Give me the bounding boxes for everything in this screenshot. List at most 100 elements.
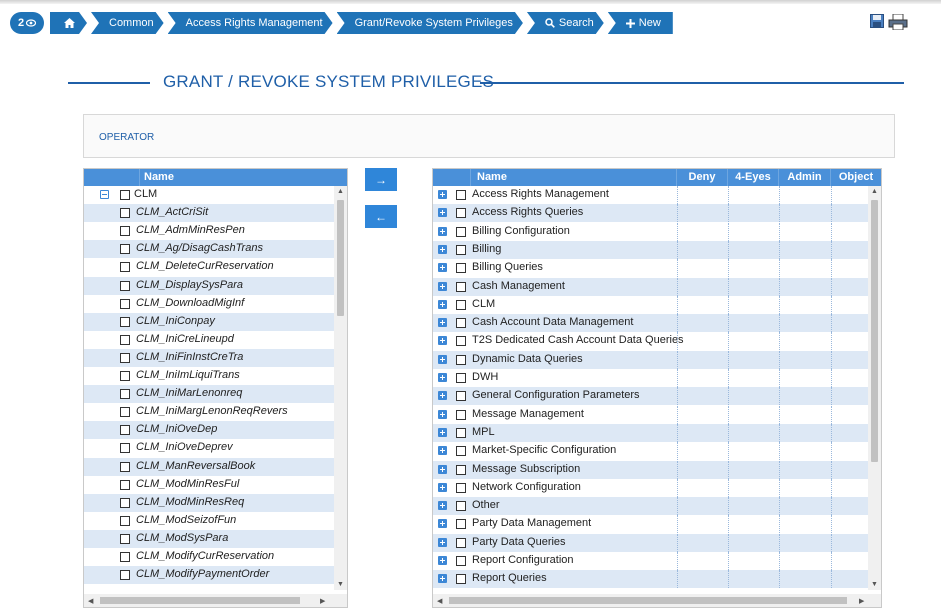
tree-group-row[interactable]: CLM [84,186,334,204]
table-row[interactable]: Party Data Management [433,515,868,534]
scroll-down-icon[interactable]: ▼ [337,581,344,588]
table-row[interactable]: Billing Configuration [433,222,868,241]
scroll-up-icon[interactable]: ▲ [871,188,878,195]
list-item[interactable]: CLM_DeleteCurReservation [84,258,334,276]
breadcrumb-common[interactable]: Common [91,12,164,34]
checkbox[interactable] [456,336,466,347]
expand-icon[interactable] [438,190,447,199]
table-row[interactable]: Report Queries [433,570,868,589]
scroll-thumb[interactable] [449,597,847,604]
checkbox[interactable] [120,352,130,363]
horizontal-scrollbar[interactable]: ◀ ▶ [84,594,347,607]
expand-icon[interactable] [438,281,447,291]
collapse-icon[interactable] [100,190,109,199]
checkbox[interactable] [120,280,130,291]
table-row[interactable]: Report Configuration [433,552,868,570]
checkbox[interactable] [456,190,466,200]
checkbox[interactable] [456,556,466,566]
checkbox[interactable] [456,354,466,365]
checkbox[interactable] [456,226,466,237]
checkbox[interactable] [456,427,466,438]
list-item[interactable]: CLM_IniMarLenonreq [84,385,334,404]
checkbox[interactable] [120,425,130,436]
checkbox[interactable] [120,389,130,400]
scroll-up-icon[interactable]: ▲ [337,188,344,195]
list-item[interactable]: CLM_IniMargLenonReqRevers [84,403,334,421]
scroll-left-icon[interactable]: ◀ [437,597,442,605]
breadcrumb-access-rights[interactable]: Access Rights Management [168,12,333,34]
breadcrumb-grant-revoke[interactable]: Grant/Revoke System Privileges [337,12,523,34]
expand-icon[interactable] [438,244,447,254]
list-item[interactable]: CLM_ModMinResReq [84,493,334,512]
expand-icon[interactable] [438,299,447,309]
expand-icon[interactable] [438,263,447,273]
list-item[interactable]: CLM_IniImLiquiTrans [84,367,334,385]
table-row[interactable]: Network Configuration [433,478,868,497]
checkbox[interactable] [120,316,130,327]
expand-icon[interactable] [438,556,447,565]
checkbox[interactable] [456,482,466,493]
expand-icon[interactable] [438,482,447,492]
list-item[interactable]: CLM_DownloadMigInf [84,295,334,313]
expand-icon[interactable] [438,318,447,328]
breadcrumb-new[interactable]: New [607,12,673,34]
expand-icon[interactable] [438,501,447,511]
checkbox[interactable] [120,552,130,562]
table-row[interactable]: General Configuration Parameters [433,387,868,406]
list-item[interactable]: CLM_ModSysPara [84,529,334,548]
expand-icon[interactable] [438,208,447,218]
list-item[interactable]: CLM_AdmMinResPen [84,222,334,240]
table-row[interactable]: Other [433,497,868,516]
scroll-thumb[interactable] [100,597,300,604]
list-item[interactable]: CLM_IniFinInstCreTra [84,348,334,367]
list-item[interactable]: CLM_IniOveDeprev [84,439,334,457]
list-item[interactable]: CLM_ModifyCurReservation [84,548,334,566]
expand-icon[interactable] [438,226,447,236]
checkbox[interactable] [456,501,466,512]
table-row[interactable]: Cash Management [433,277,868,296]
checkbox[interactable] [120,443,130,454]
list-item[interactable]: CLM_IniConpay [84,312,334,331]
checkbox[interactable] [456,537,466,548]
table-row[interactable]: Market-Specific Configuration [433,442,868,461]
checkbox[interactable] [456,391,466,402]
expand-icon[interactable] [438,391,447,401]
table-row[interactable]: Access Rights Queries [433,204,868,223]
table-row[interactable]: CLM [433,295,868,314]
breadcrumb-home[interactable] [50,12,87,34]
list-item[interactable]: CLM_IniOveDep [84,421,334,440]
table-row[interactable]: Billing [433,240,868,259]
vertical-scrollbar[interactable]: ▲ ▼ [334,186,347,590]
save-icon[interactable] [870,14,884,28]
print-icon[interactable] [888,14,908,30]
list-item[interactable]: CLM_ModifyPaymentOrder [84,566,334,585]
table-row[interactable]: Message Subscription [433,460,868,479]
checkbox[interactable] [456,519,466,530]
expand-icon[interactable] [438,373,447,382]
checkbox[interactable] [456,281,466,292]
breadcrumb-search[interactable]: Search [527,12,604,34]
scroll-right-icon[interactable]: ▶ [859,597,864,605]
table-row[interactable]: Party Data Queries [433,533,868,552]
expand-icon[interactable] [438,427,447,437]
checkbox[interactable] [120,533,130,544]
move-right-button[interactable]: → [365,168,397,191]
checkbox[interactable] [120,226,130,237]
horizontal-scrollbar[interactable]: ◀ ▶ [433,594,881,607]
table-row[interactable]: Cash Account Data Management [433,314,868,333]
list-item[interactable]: CLM_ModMinResFul [84,476,334,494]
checkbox[interactable] [456,299,466,310]
scroll-thumb[interactable] [871,200,878,462]
notification-badge[interactable]: 2 [10,12,44,34]
checkbox[interactable] [120,208,130,219]
list-item[interactable]: CLM_ManReversalBook [84,457,334,476]
checkbox[interactable] [120,570,130,581]
checkbox[interactable] [456,373,466,383]
checkbox[interactable] [120,190,130,200]
checkbox[interactable] [120,371,130,381]
checkbox[interactable] [120,334,130,345]
checkbox[interactable] [120,497,130,508]
checkbox[interactable] [120,244,130,255]
table-row[interactable]: DWH [433,369,868,387]
checkbox[interactable] [456,446,466,457]
